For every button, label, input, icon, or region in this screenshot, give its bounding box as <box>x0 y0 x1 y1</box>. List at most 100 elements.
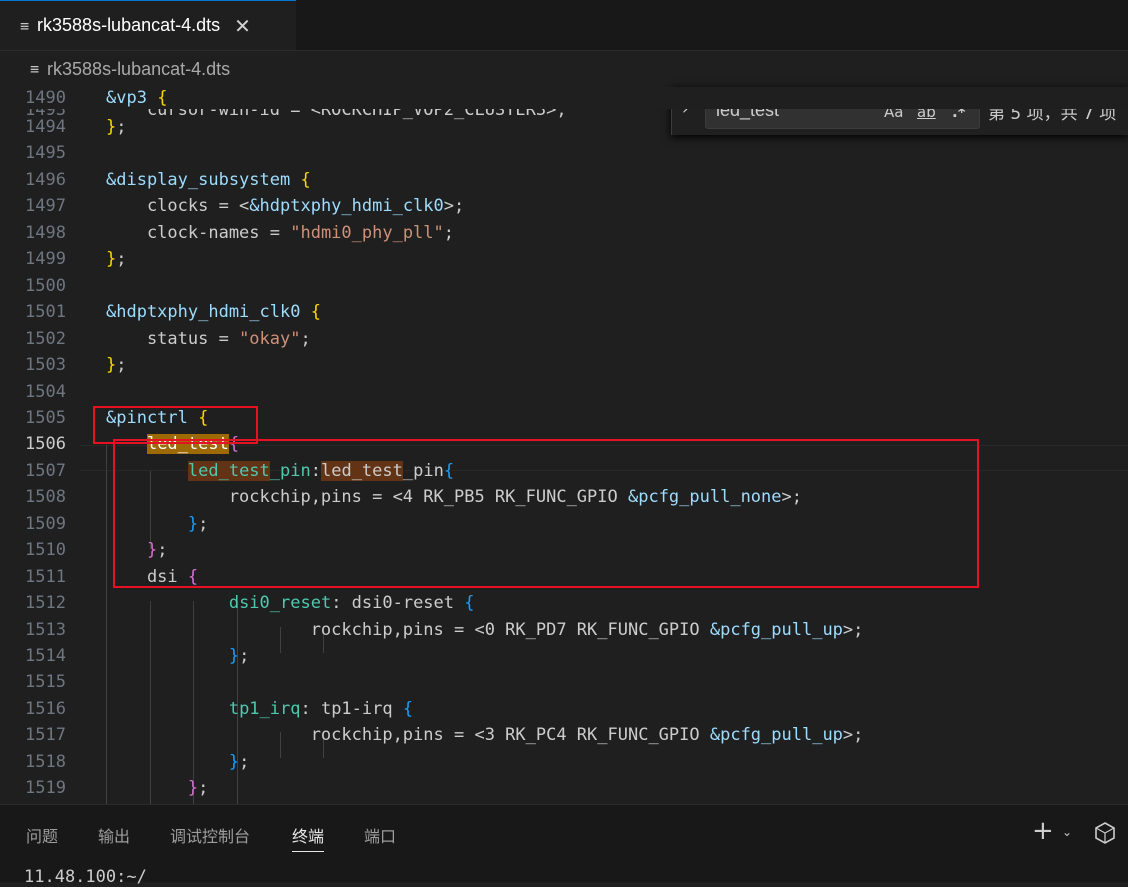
code-token: ; <box>443 222 455 243</box>
code-token: tp1_irq <box>228 698 301 719</box>
code-token: status = <box>106 328 240 349</box>
code-token: dsi0_reset <box>228 593 332 614</box>
tab-problems[interactable]: 问题 <box>26 823 58 847</box>
breadcrumb-file[interactable]: rk3588s-lubancat-4.dts <box>47 59 230 80</box>
tab-debug-console[interactable]: 调试控制台 <box>170 823 250 847</box>
line-number: 1490 <box>25 88 66 108</box>
code-line[interactable]: 1496 &display_subsystem { <box>0 167 1128 193</box>
line-number: 1518 <box>25 751 66 772</box>
code-line[interactable]: 1503}; <box>0 352 1128 378</box>
code-text: dsi0_reset: dsi0-reset { <box>106 590 475 616</box>
line-number: 1495 <box>25 143 66 164</box>
tab-output[interactable]: 输出 <box>98 823 130 847</box>
code-token: ; <box>300 328 311 349</box>
code-token: &pcfg_pull_up <box>709 725 843 746</box>
code-token: : dsi0-reset <box>331 593 465 614</box>
code-line[interactable]: 1498 clock-names = "hdmi0_phy_pll"; <box>0 220 1128 246</box>
code-token: &pcfg_pull_up <box>709 619 843 640</box>
code-line[interactable]: 1517 rockchip,pins = <3 RK_PC4 RK_FUNC_G… <box>0 722 1128 748</box>
code-text: rockchip,pins = <0 RK_PD7 RK_FUNC_GPIO &… <box>106 617 864 643</box>
code-line[interactable]: 1516 tp1_irq: tp1-irq { <box>0 696 1128 722</box>
chevron-down-icon[interactable]: ⌄ <box>1062 825 1072 839</box>
line-number: 1496 <box>25 169 66 190</box>
code-text: &hdptxphy_hdmi_clk0 { <box>106 299 321 325</box>
code-token: ; <box>116 249 127 270</box>
code-text: rockchip,pins = <3 RK_PC4 RK_FUNC_GPIO &… <box>106 722 864 748</box>
close-icon[interactable]: ✕ <box>234 14 251 38</box>
code-line[interactable]: 1495 <box>0 140 1128 166</box>
code-text: clock-names = "hdmi0_phy_pll"; <box>106 220 454 246</box>
code-token: clock-names = <box>106 222 291 243</box>
terminal-output[interactable]: 11.48.100:~/ <box>24 867 147 887</box>
code-token: "hdmi0_phy_pll" <box>290 222 444 243</box>
code-text: }; <box>106 749 250 775</box>
code-token: &display_subsystem <box>106 169 291 190</box>
line-number: 1516 <box>25 698 66 719</box>
code-line[interactable]: 1512 dsi0_reset: dsi0-reset { <box>0 590 1128 616</box>
code-line[interactable]: 1518 }; <box>0 749 1128 775</box>
line-number: 1508 <box>25 487 66 508</box>
terminal-profile-icon[interactable] <box>1094 821 1116 845</box>
line-number: 1502 <box>25 328 66 349</box>
code-token: rockchip,pins = <0 RK_PD7 RK_FUNC_GPIO <box>106 619 710 640</box>
tab-terminal[interactable]: 终端 <box>292 823 325 852</box>
line-number: 1514 <box>25 646 66 666</box>
code-text: clocks = <&hdptxphy_hdmi_clk0>; <box>106 193 464 219</box>
line-number: 1505 <box>25 407 66 428</box>
code-text: }; <box>106 246 127 272</box>
code-text: &vp3 { <box>106 87 167 111</box>
code-token: >; <box>443 196 465 217</box>
line-number: 1497 <box>25 196 66 217</box>
code-line[interactable]: 1514 }; <box>0 643 1128 669</box>
tab-ports[interactable]: 端口 <box>364 823 396 847</box>
code-text: &display_subsystem { <box>106 167 311 193</box>
code-token: { <box>300 169 311 190</box>
code-line[interactable]: 1504 <box>0 379 1128 405</box>
code-token: clocks = < <box>106 196 250 217</box>
new-terminal-icon[interactable]: + <box>1032 816 1054 846</box>
code-line[interactable]: 1501 &hdptxphy_hdmi_clk0 { <box>0 299 1128 325</box>
code-line[interactable]: 1499}; <box>0 246 1128 272</box>
line-number: 1501 <box>25 302 66 323</box>
code-line[interactable]: 1500 <box>0 273 1128 299</box>
tab-rk3588s-lubancat-4-dts[interactable]: ≡ rk3588s-lubancat-4.dts ✕ <box>0 0 296 50</box>
code-text: }; <box>106 352 127 378</box>
code-token: ; <box>116 355 127 376</box>
line-number: 1503 <box>25 355 66 376</box>
code-line[interactable]: 1513 rockchip,pins = <0 RK_PD7 RK_FUNC_G… <box>0 617 1128 643</box>
line-number: 1517 <box>25 725 66 746</box>
code-token: } <box>228 751 240 772</box>
line-number: 1507 <box>25 460 66 481</box>
code-line[interactable]: 1515 <box>0 669 1128 695</box>
code-text: }; <box>106 775 209 801</box>
code-token: } <box>187 778 199 799</box>
code-token: "okay" <box>239 328 301 349</box>
file-lines-icon: ≡ <box>20 16 30 35</box>
code-token: ; <box>198 778 209 799</box>
code-text: tp1_irq: tp1-irq { <box>106 696 413 722</box>
code-token: { <box>402 698 414 719</box>
code-token: { <box>157 88 168 108</box>
line-number: 1519 <box>25 778 66 799</box>
code-token: ; <box>239 751 250 772</box>
code-line[interactable]: 1490 &vp3 { <box>0 87 1128 109</box>
code-line[interactable]: 1519 }; <box>0 775 1128 801</box>
bottom-panel: 问题 输出 调试控制台 终端 端口 + ⌄ 11.48.100:~/ <box>0 804 1128 887</box>
code-line[interactable]: 1497 clocks = <&hdptxphy_hdmi_clk0>; <box>0 193 1128 219</box>
line-number: 1513 <box>25 619 66 640</box>
code-token: } <box>228 646 240 666</box>
code-line[interactable]: 1502 status = "okay"; <box>0 326 1128 352</box>
line-number: 1510 <box>25 540 66 561</box>
code-token: } <box>106 355 117 376</box>
line-number: 1498 <box>25 222 66 243</box>
code-token: rockchip,pins = <3 RK_PC4 RK_FUNC_GPIO <box>106 725 710 746</box>
line-number: 1509 <box>25 513 66 534</box>
code-token: ; <box>239 646 250 666</box>
editor-tab-bar: ≡ rk3588s-lubancat-4.dts ✕ <box>0 0 1128 51</box>
code-token: : tp1-irq <box>300 698 403 719</box>
